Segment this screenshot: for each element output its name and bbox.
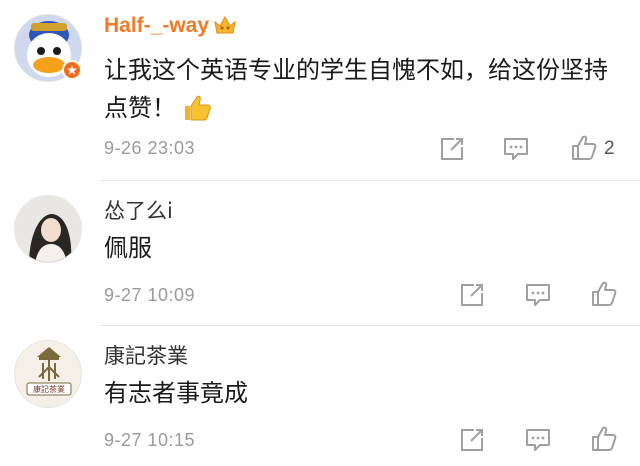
comment-time: 9-27 10:15 bbox=[104, 430, 196, 450]
comment-button[interactable] bbox=[502, 135, 530, 163]
like-count: 2 bbox=[604, 138, 615, 159]
repost-button[interactable] bbox=[458, 426, 486, 454]
comment-item: Half-_-way 让我这个英语专业的学生自愧不如，给这份坚持点赞！ 9-26… bbox=[0, 0, 640, 180]
comment-button[interactable] bbox=[524, 426, 552, 454]
comment-time: 9-27 10:09 bbox=[104, 285, 196, 305]
comment-item: 怂了么i 佩服 9-27 10:09 bbox=[0, 181, 640, 325]
avatar[interactable]: 康記茶業 bbox=[14, 340, 82, 408]
like-button[interactable] bbox=[590, 280, 618, 308]
portrait-avatar-icon bbox=[15, 196, 81, 262]
like-button[interactable] bbox=[570, 134, 598, 162]
comment-text: 让我这个英语专业的学生自愧不如，给这份坚持点赞！ bbox=[104, 51, 624, 133]
comment-icon bbox=[526, 429, 550, 451]
share-icon bbox=[461, 429, 483, 451]
repost-button[interactable] bbox=[458, 281, 486, 309]
share-icon bbox=[461, 284, 483, 306]
username[interactable]: 康記茶業 bbox=[104, 340, 188, 370]
thumbs-up-icon bbox=[572, 135, 597, 160]
comment-icon bbox=[504, 138, 528, 160]
comment-time: 9-26 23:03 bbox=[104, 138, 196, 158]
like-button[interactable] bbox=[590, 425, 618, 453]
share-icon bbox=[441, 138, 463, 160]
comment-button[interactable] bbox=[524, 281, 552, 309]
vip-crown-icon bbox=[213, 14, 237, 42]
repost-button[interactable] bbox=[438, 135, 466, 163]
thumbs-up-icon bbox=[592, 281, 617, 306]
username[interactable]: Half-_-way bbox=[104, 14, 237, 42]
comment-item: 康記茶業 康記茶業 有志者事竟成 9-27 10:15 bbox=[0, 326, 640, 466]
username[interactable]: 怂了么i bbox=[104, 195, 173, 225]
comment-icon bbox=[526, 284, 550, 306]
comment-text: 有志者事竟成 bbox=[104, 379, 248, 407]
svg-text:康記茶業: 康記茶業 bbox=[33, 384, 65, 394]
verified-badge bbox=[62, 60, 82, 80]
thumbs-up-emoji-icon bbox=[182, 94, 212, 133]
comment-text: 佩服 bbox=[104, 234, 152, 262]
tea-logo-avatar-icon: 康記茶業 bbox=[15, 341, 81, 407]
thumbs-up-icon bbox=[592, 426, 617, 451]
avatar[interactable] bbox=[14, 195, 82, 263]
